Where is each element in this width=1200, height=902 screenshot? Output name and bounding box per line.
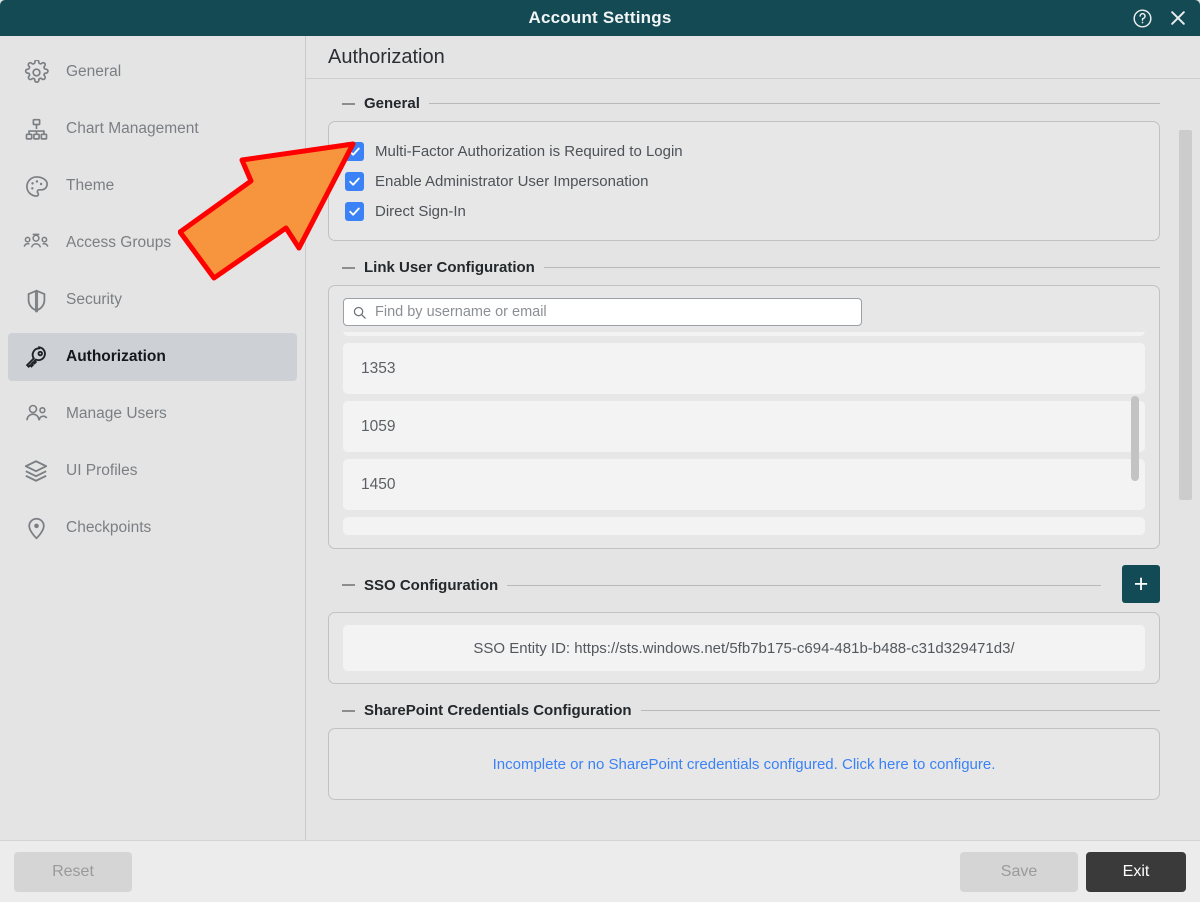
scrollbar-thumb[interactable] <box>1179 130 1192 500</box>
legend-dash-icon <box>342 266 355 269</box>
legend-dash-icon <box>342 709 355 712</box>
sidebar-item-label: Chart Management <box>66 120 199 137</box>
map-pin-icon <box>22 514 50 542</box>
sidebar-item-chart-management[interactable]: Chart Management <box>8 105 297 153</box>
search-icon <box>352 305 367 320</box>
sidebar-item-checkpoints[interactable]: Checkpoints <box>8 504 297 552</box>
legend-label: General <box>364 95 420 112</box>
linked-users-scrollbar[interactable] <box>1131 340 1139 530</box>
sidebar-item-access-groups[interactable]: Access Groups <box>8 219 297 267</box>
linked-users-list-inner: 1353 1059 1450 <box>343 332 1145 538</box>
general-group-panel: Multi-Factor Authorization is Required t… <box>328 121 1160 241</box>
gear-icon <box>22 58 50 86</box>
titlebar-actions <box>1130 0 1190 36</box>
sidebar-item-label: Manage Users <box>66 405 167 422</box>
legend-label: Link User Configuration <box>364 259 535 276</box>
close-icon[interactable] <box>1166 6 1190 30</box>
list-item[interactable] <box>343 332 1145 336</box>
list-item-label: 1353 <box>361 359 396 377</box>
list-item[interactable] <box>343 517 1145 535</box>
general-group: General Multi-Factor Authorization is Re… <box>328 95 1160 241</box>
exit-button[interactable]: Exit <box>1086 851 1186 892</box>
save-button[interactable]: Save <box>960 851 1078 892</box>
sso-configuration-group: SSO Configuration + SSO Entity ID: https… <box>328 565 1160 684</box>
list-item[interactable]: 1059 <box>343 401 1145 452</box>
list-item-label: 1450 <box>361 475 396 493</box>
scrollbar-thumb[interactable] <box>1131 396 1139 481</box>
page-title: Authorization <box>328 45 445 68</box>
legend-rule <box>543 267 1160 268</box>
main-scroll-area: General Multi-Factor Authorization is Re… <box>306 79 1200 840</box>
sidebar-item-label: Security <box>66 291 122 308</box>
sidebar-item-label: UI Profiles <box>66 462 138 479</box>
sharepoint-group-legend: SharePoint Credentials Configuration <box>342 702 1160 719</box>
checkbox-mfa-required[interactable]: Multi-Factor Authorization is Required t… <box>345 136 1143 166</box>
legend-rule <box>428 103 1160 104</box>
sidebar-item-ui-profiles[interactable]: UI Profiles <box>8 447 297 495</box>
checkbox-direct-sign-in[interactable]: Direct Sign-In <box>345 196 1143 226</box>
sidebar-item-general[interactable]: General <box>8 48 297 96</box>
sidebar-item-label: Theme <box>66 177 115 194</box>
sidebar-item-authorization[interactable]: Authorization <box>8 333 297 381</box>
settings-main-panel: Authorization General Multi-Factor Autho… <box>306 36 1200 840</box>
footer-right-actions: Save Exit <box>960 851 1186 892</box>
settings-sidebar: General Chart Management Theme Access Gr… <box>0 36 306 840</box>
legend-label: SSO Configuration <box>364 576 499 594</box>
sharepoint-credentials-group: SharePoint Credentials Configuration Inc… <box>328 702 1160 800</box>
linked-users-list: 1353 1059 1450 <box>343 332 1145 538</box>
layers-icon <box>22 457 50 485</box>
checkbox-label: Enable Administrator User Impersonation <box>375 172 649 190</box>
sidebar-item-label: Authorization <box>66 348 166 365</box>
list-item[interactable]: 1353 <box>343 343 1145 394</box>
checkbox-label: Direct Sign-In <box>375 202 466 220</box>
sharepoint-configure-link[interactable]: Incomplete or no SharePoint credentials … <box>343 741 1145 787</box>
sharepoint-group-panel: Incomplete or no SharePoint credentials … <box>328 728 1160 800</box>
sidebar-item-label: Checkpoints <box>66 519 152 536</box>
main-scrollbar[interactable] <box>1179 86 1192 876</box>
window-titlebar: Account Settings <box>0 0 1200 36</box>
palette-icon <box>22 172 50 200</box>
org-chart-icon <box>22 115 50 143</box>
sidebar-item-security[interactable]: Security <box>8 276 297 324</box>
link-user-group-panel: Find by username or email 1353 1059 1450 <box>328 285 1160 549</box>
link-user-configuration-group: Link User Configuration Find by username… <box>328 259 1160 549</box>
user-search-input[interactable]: Find by username or email <box>343 298 862 326</box>
window-footer: Reset Save Exit <box>0 840 1200 902</box>
account-settings-window: Account Settings General Chart Managemen… <box>0 0 1200 902</box>
sidebar-item-label: Access Groups <box>66 234 172 251</box>
sidebar-item-theme[interactable]: Theme <box>8 162 297 210</box>
legend-dash-icon <box>342 584 355 586</box>
sidebar-item-label: General <box>66 63 122 80</box>
shield-icon <box>22 286 50 314</box>
user-search-placeholder: Find by username or email <box>375 304 547 320</box>
checkmark-icon <box>345 141 364 161</box>
sidebar-item-manage-users[interactable]: Manage Users <box>8 390 297 438</box>
list-item-label: 1059 <box>361 417 396 435</box>
general-group-legend: General <box>342 95 1160 112</box>
checkbox-label: Multi-Factor Authorization is Required t… <box>375 142 683 160</box>
checkmark-icon <box>345 201 364 221</box>
reset-button[interactable]: Reset <box>14 851 132 892</box>
window-body: General Chart Management Theme Access Gr… <box>0 36 1200 840</box>
window-title: Account Settings <box>528 8 672 27</box>
sso-group-panel: SSO Entity ID: https://sts.windows.net/5… <box>328 612 1160 684</box>
legend-rule <box>640 710 1160 711</box>
legend-rule <box>507 584 1101 586</box>
checkbox-admin-impersonation[interactable]: Enable Administrator User Impersonation <box>345 166 1143 196</box>
link-user-group-legend: Link User Configuration <box>342 259 1160 276</box>
sso-group-legend: SSO Configuration + <box>342 565 1160 603</box>
user-group-icon <box>22 229 50 257</box>
legend-dash-icon <box>342 102 355 105</box>
key-icon <box>22 343 50 371</box>
users-icon <box>22 400 50 428</box>
list-item[interactable]: 1450 <box>343 459 1145 510</box>
add-sso-button[interactable]: + <box>1122 565 1160 603</box>
legend-label: SharePoint Credentials Configuration <box>364 702 632 719</box>
help-circle-icon[interactable] <box>1130 6 1154 30</box>
checkmark-icon <box>345 171 364 191</box>
main-header: Authorization <box>306 36 1200 79</box>
sso-entity-id-value[interactable]: SSO Entity ID: https://sts.windows.net/5… <box>343 625 1145 671</box>
